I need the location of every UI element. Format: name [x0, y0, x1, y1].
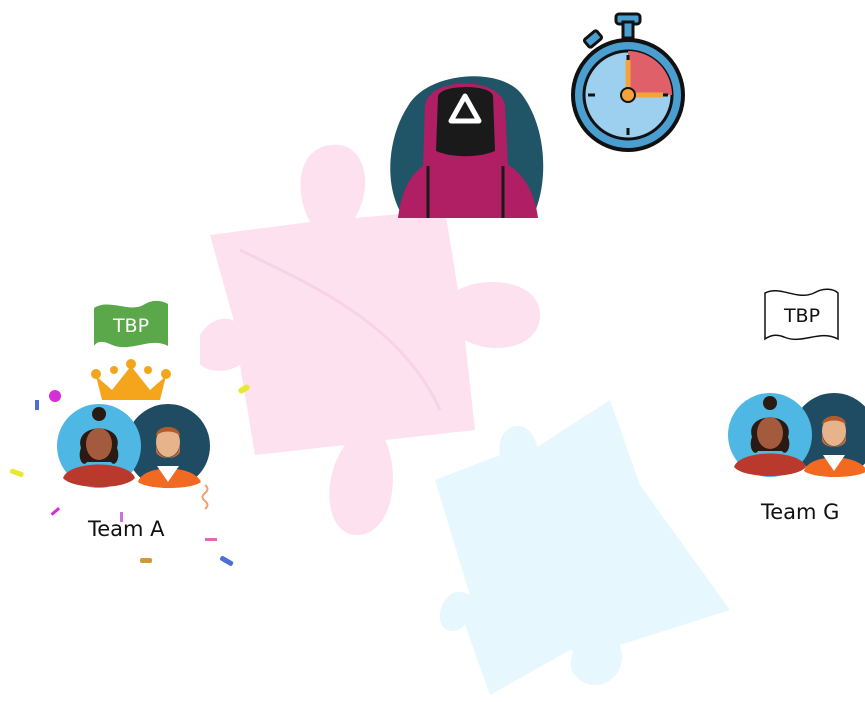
avatar-group-icon	[728, 393, 865, 477]
masked-guard-icon	[390, 76, 544, 218]
stopwatch-icon	[571, 12, 685, 152]
avatar-woman-icon	[57, 404, 141, 488]
team-g-status-flag: TBP	[762, 285, 842, 347]
team-g-flag-label: TBP	[783, 305, 821, 327]
team-g-avatars	[724, 390, 865, 480]
team-a-avatars	[57, 404, 210, 488]
team-a-flag-label: TBP	[112, 315, 150, 337]
avatar-woman-icon	[728, 393, 812, 477]
team-a-status-flag: TBP	[90, 298, 172, 356]
team-g-name: Team G	[761, 500, 840, 524]
team-a-name: Team A	[88, 517, 165, 541]
blue-puzzle-piece-icon	[435, 400, 730, 695]
